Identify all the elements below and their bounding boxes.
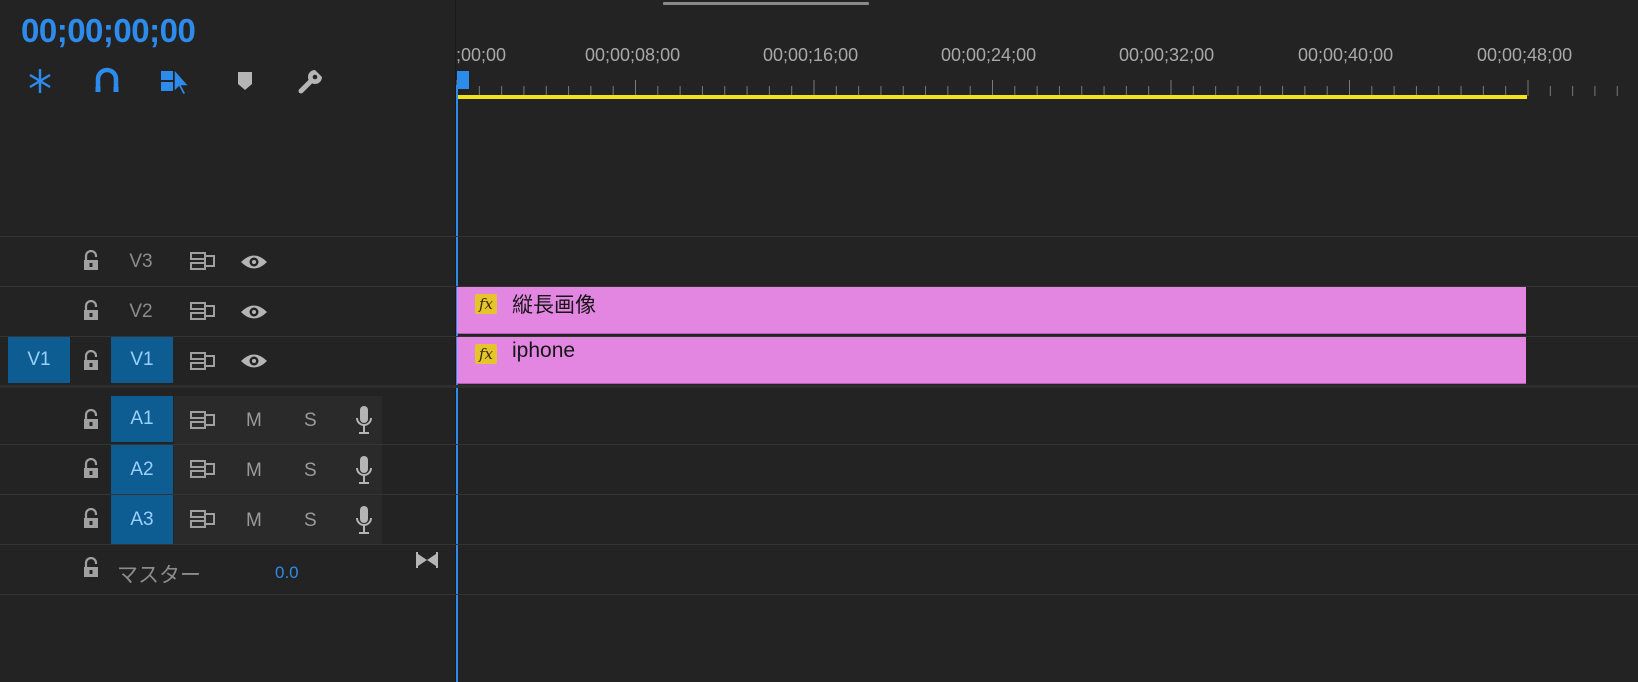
- toggle-output-eye-icon[interactable]: [240, 253, 268, 276]
- ruler-label: 00;00;24;00: [941, 45, 1037, 65]
- track-lock-icon[interactable]: [82, 507, 100, 530]
- playhead-handle[interactable]: [457, 71, 469, 89]
- track-header-a3[interactable]: A3 M S: [0, 495, 455, 544]
- timeline-settings-wrench-icon[interactable]: [294, 64, 328, 98]
- track-name[interactable]: V2: [111, 301, 171, 323]
- fx-badge[interactable]: fx: [475, 344, 497, 364]
- sync-lock-icon[interactable]: [190, 251, 216, 276]
- sync-lock-icon[interactable]: [190, 351, 216, 376]
- go-to-start-end-icon[interactable]: [415, 550, 439, 575]
- toggle-output-eye-icon[interactable]: [240, 352, 268, 375]
- clip-name: 縦長画像: [512, 294, 596, 317]
- voice-over-record-icon[interactable]: [355, 505, 373, 540]
- ruler-label: 00;00;32;00: [1119, 45, 1215, 65]
- clip-name: iphone: [512, 339, 576, 362]
- video-audio-divider[interactable]: [0, 385, 1638, 388]
- toggle-output-eye-icon[interactable]: [240, 303, 268, 326]
- add-marker-icon[interactable]: [228, 64, 262, 98]
- clip-v2[interactable]: fx 縦長画像: [457, 287, 1526, 334]
- work-area-bar[interactable]: [457, 95, 1527, 99]
- voice-over-record-icon[interactable]: [355, 455, 373, 490]
- ruler-label: 00;00;40;00: [1298, 45, 1394, 65]
- mute-track-button[interactable]: M: [246, 510, 262, 532]
- track-divider: [0, 544, 1638, 545]
- solo-track-button[interactable]: S: [304, 410, 317, 432]
- fx-badge[interactable]: fx: [475, 294, 497, 314]
- snap-magnet-icon[interactable]: [90, 64, 124, 98]
- track-header-v2[interactable]: V2: [0, 287, 455, 336]
- solo-track-button[interactable]: S: [304, 460, 317, 482]
- track-header-a2[interactable]: A2 M S: [0, 445, 455, 494]
- ruler-label: ;00;00: [456, 45, 507, 65]
- track-header-v1[interactable]: V1 V1: [0, 337, 455, 385]
- track-name[interactable]: V3: [111, 251, 171, 273]
- master-lock-icon[interactable]: [82, 556, 100, 579]
- linked-selection-icon[interactable]: [158, 64, 192, 98]
- track-lock-icon[interactable]: [82, 249, 100, 272]
- master-volume-value[interactable]: 0.0: [275, 563, 299, 583]
- time-ruler[interactable]: [456, 80, 1638, 96]
- ruler-label: 00;00;48;00: [1477, 45, 1573, 65]
- track-lock-icon[interactable]: [82, 349, 100, 372]
- ruler-label: 00;00;16;00: [763, 45, 859, 65]
- track-header-a1[interactable]: A1 M S: [0, 396, 455, 444]
- master-track-label: マスター: [117, 564, 201, 587]
- track-target-v1[interactable]: V1: [111, 337, 173, 383]
- playhead-timecode[interactable]: 00;00;00;00: [21, 12, 196, 50]
- track-header-v3[interactable]: V3: [0, 237, 455, 286]
- panel-drag-handle[interactable]: [663, 2, 869, 5]
- voice-over-record-icon[interactable]: [355, 405, 373, 440]
- mute-track-button[interactable]: M: [246, 410, 262, 432]
- track-lock-icon[interactable]: [82, 457, 100, 480]
- track-target-a3[interactable]: A3: [111, 495, 173, 544]
- track-target-a1[interactable]: A1: [111, 396, 173, 442]
- sync-lock-icon[interactable]: [190, 410, 216, 435]
- track-lock-icon[interactable]: [82, 408, 100, 431]
- solo-track-button[interactable]: S: [304, 510, 317, 532]
- track-divider: [0, 594, 1638, 595]
- ruler-label: 00;00;08;00: [585, 45, 681, 65]
- track-lock-icon[interactable]: [82, 299, 100, 322]
- clip-v1[interactable]: fx iphone: [457, 337, 1526, 384]
- sync-lock-icon[interactable]: [190, 301, 216, 326]
- sync-lock-icon[interactable]: [190, 459, 216, 484]
- mute-track-button[interactable]: M: [246, 460, 262, 482]
- sync-lock-icon[interactable]: [190, 509, 216, 534]
- track-target-a2[interactable]: A2: [111, 445, 173, 494]
- source-patch-v1[interactable]: V1: [8, 337, 70, 383]
- insert-nested-sequence-icon[interactable]: [23, 64, 57, 98]
